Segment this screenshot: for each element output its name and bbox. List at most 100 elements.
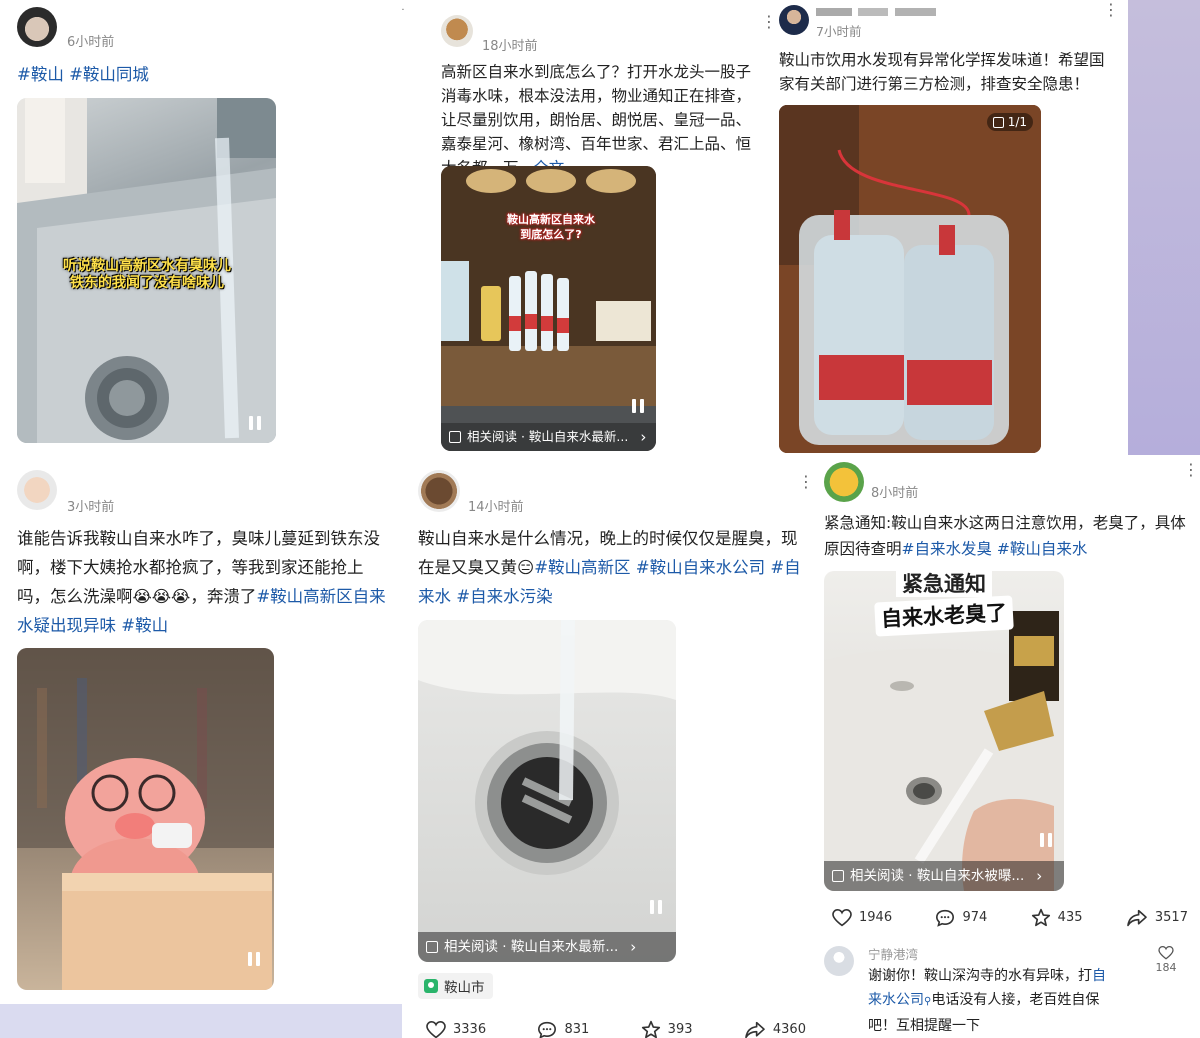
related-reading-text: 相关阅读 · 鞍山自来水被曝... bbox=[850, 868, 1025, 884]
location-text: 鞍山市 bbox=[444, 980, 485, 996]
pig-illustration bbox=[17, 648, 274, 990]
post-card-4: 3小时前 ⋮ 谁能告诉我鞍山自来水咋了，臭味儿蔓延到铁东没啊，楼下大姨抢水都抢疯… bbox=[0, 458, 402, 1038]
chevron-right-icon: › bbox=[640, 428, 647, 446]
related-reading-bar[interactable]: 相关阅读 · 鞍山自来水最新... › bbox=[418, 932, 676, 962]
post-card-6: 8小时前 ⋮ 紧急通知:鞍山自来水这两日注意饮用，老臭了，具体原因待查明#自来水… bbox=[812, 458, 1200, 1038]
drain-illustration bbox=[418, 620, 676, 875]
star-icon bbox=[1031, 908, 1050, 927]
share-button[interactable]: 3517 bbox=[1126, 908, 1188, 927]
comment-button[interactable]: 831 bbox=[537, 1020, 589, 1038]
comment-icon bbox=[538, 1021, 557, 1038]
pause-icon[interactable] bbox=[248, 952, 260, 966]
video-caption: 紧急通知 自来水老臭了 bbox=[854, 571, 1034, 637]
chevron-right-icon: › bbox=[630, 938, 637, 956]
avatar[interactable] bbox=[418, 470, 460, 512]
water-bottles-illustration bbox=[779, 105, 1041, 453]
post-card-3: 7小时前 ⋮ 鞍山市饮用水发现有异常化学挥发味道！希望国家有关部门进行第三方检测… bbox=[776, 0, 1128, 455]
post-time: 6小时前 bbox=[67, 35, 115, 50]
video-thumbnail[interactable]: 紧急通知 自来水老臭了 相关阅读 · 鞍山自来水被曝... › bbox=[824, 571, 1064, 891]
favorite-count: 435 bbox=[1057, 910, 1083, 925]
comment-like-count: 184 bbox=[1155, 961, 1177, 974]
share-count: 4360 bbox=[772, 1022, 806, 1037]
post-text[interactable]: 鞍山自来水是什么情况，晚上的时候仅仅是腥臭，现在是又臭又黄😑#鞍山高新区 #鞍山… bbox=[418, 524, 806, 611]
caption-line: 自来水老臭了 bbox=[874, 595, 1014, 637]
post-text[interactable]: 鞍山市饮用水发现有异常化学挥发味道！希望国家有关部门进行第三方检测，排查安全隐患… bbox=[779, 48, 1119, 96]
more-icon[interactable]: ⋮ bbox=[761, 14, 776, 30]
like-count: 1946 bbox=[859, 910, 893, 925]
pause-icon[interactable] bbox=[1040, 833, 1052, 847]
share-button[interactable]: 4360 bbox=[744, 1020, 806, 1038]
post-time: 18小时前 bbox=[482, 39, 538, 54]
comment-like[interactable]: 184 bbox=[1154, 946, 1178, 974]
share-icon bbox=[745, 1021, 765, 1038]
video-caption: 听说鞍山高新区水有臭味儿 铁东的我闻了没有啥味儿 bbox=[37, 258, 257, 292]
kitchen-illustration bbox=[441, 166, 656, 451]
post-card-2: 18小时前 ⋮ 高新区自来水到底怎么了？打开水龙头一股子消毒水味，根本没法用，物… bbox=[426, 0, 776, 455]
post-body: 高新区自来水到底怎么了？打开水龙头一股子消毒水味，根本没法用，物业通知正在排查，… bbox=[441, 63, 752, 177]
related-reading-text: 相关阅读 · 鞍山自来水最新... bbox=[444, 939, 619, 955]
more-icon[interactable]: ⋮ bbox=[1183, 462, 1199, 478]
post-text[interactable]: 高新区自来水到底怎么了？打开水龙头一股子消毒水味，根本没法用，物业通知正在排查，… bbox=[441, 60, 766, 180]
comment-text: 谢谢你！鞍山深沟寺的水有异味，打自来水公司⚲电话没有人接，老百姓自保吧！互相提醒… bbox=[868, 964, 1118, 1038]
commenter-name[interactable]: 宁静港湾 bbox=[868, 944, 918, 963]
avatar[interactable] bbox=[17, 7, 57, 47]
video-thumbnail[interactable] bbox=[17, 648, 274, 990]
avatar[interactable] bbox=[17, 470, 57, 510]
more-icon[interactable]: ⋮ bbox=[798, 474, 812, 490]
gallery-icon bbox=[992, 116, 1004, 128]
more-icon[interactable]: ⋮ bbox=[1103, 2, 1119, 18]
post-text[interactable]: #鞍山 #鞍山同城 bbox=[17, 60, 397, 89]
caption-line: 鞍山高新区自来水 bbox=[507, 213, 595, 226]
image-thumbnail[interactable]: 1/1 bbox=[779, 105, 1041, 453]
caption-line: 到底怎么了? bbox=[520, 228, 582, 241]
like-button[interactable]: 1946 bbox=[832, 908, 892, 927]
purple-strip bbox=[1128, 0, 1200, 455]
post-time: 3小时前 bbox=[67, 500, 115, 515]
star-icon bbox=[641, 1020, 660, 1038]
document-icon bbox=[832, 870, 844, 882]
hashtags[interactable]: #鞍山 #鞍山同城 bbox=[17, 65, 149, 84]
location-icon bbox=[424, 979, 438, 993]
comment-body: 谢谢你！鞍山深沟寺的水有异味，打 bbox=[868, 968, 1092, 984]
video-thumbnail[interactable]: 听说鞍山高新区水有臭味儿 铁东的我闻了没有啥味儿 bbox=[17, 98, 276, 443]
caption-line: 听说鞍山高新区水有臭味儿 bbox=[63, 258, 231, 274]
video-thumbnail[interactable]: 鞍山高新区自来水 到底怎么了? 相关阅读 · 鞍山自来水最新... › bbox=[441, 166, 656, 451]
heart-icon bbox=[426, 1020, 446, 1038]
username-redacted bbox=[816, 8, 936, 16]
pause-icon[interactable] bbox=[650, 900, 662, 914]
video-thumbnail[interactable]: 相关阅读 · 鞍山自来水最新... › bbox=[418, 620, 676, 962]
post-text[interactable]: 紧急通知:鞍山自来水这两日注意饮用，老臭了，具体原因待查明#自来水发臭 #鞍山自… bbox=[824, 510, 1196, 562]
action-bar: 1946 974 435 3517 bbox=[832, 908, 1188, 927]
related-reading-bar[interactable]: 相关阅读 · 鞍山自来水被曝... › bbox=[824, 861, 1064, 891]
pause-icon[interactable] bbox=[249, 416, 261, 430]
heart-icon bbox=[1158, 946, 1174, 960]
share-count: 3517 bbox=[1154, 910, 1188, 925]
like-button[interactable]: 3336 bbox=[426, 1020, 486, 1038]
document-icon bbox=[426, 941, 438, 953]
avatar[interactable] bbox=[441, 15, 473, 47]
avatar[interactable] bbox=[824, 462, 864, 502]
avatar[interactable] bbox=[779, 5, 809, 35]
commenter-avatar[interactable] bbox=[824, 946, 854, 976]
like-count: 3336 bbox=[453, 1022, 487, 1037]
more-icon[interactable]: · bbox=[398, 3, 408, 19]
gallery-count: 1/1 bbox=[1007, 115, 1027, 129]
caption-line: 紧急通知 bbox=[896, 571, 992, 597]
pause-icon[interactable] bbox=[632, 399, 644, 413]
comment-button[interactable]: 974 bbox=[935, 908, 987, 927]
favorite-button[interactable]: 393 bbox=[641, 1020, 693, 1038]
hashtags[interactable]: #自来水发臭 #鞍山自来水 bbox=[902, 540, 1088, 558]
heart-icon bbox=[832, 908, 852, 926]
location-tag[interactable]: 鞍山市 bbox=[418, 973, 493, 999]
favorite-count: 393 bbox=[667, 1022, 693, 1037]
favorite-button[interactable]: 435 bbox=[1031, 908, 1083, 927]
post-card-5: 14小时前 ⋮ 鞍山自来水是什么情况，晚上的时候仅仅是腥臭，现在是又臭又黄😑#鞍… bbox=[402, 458, 812, 1038]
document-icon bbox=[449, 431, 461, 443]
comment-icon bbox=[936, 909, 955, 927]
video-caption: 鞍山高新区自来水 到底怎么了? bbox=[491, 212, 611, 242]
post-text[interactable]: 谁能告诉我鞍山自来水咋了，臭味儿蔓延到铁东没啊，楼下大姨抢水都抢疯了，等我到家还… bbox=[17, 524, 395, 640]
bottom-strip bbox=[0, 1004, 402, 1038]
share-icon bbox=[1127, 909, 1147, 926]
related-reading-bar[interactable]: 相关阅读 · 鞍山自来水最新... › bbox=[441, 423, 656, 451]
comment-count: 831 bbox=[564, 1022, 590, 1037]
